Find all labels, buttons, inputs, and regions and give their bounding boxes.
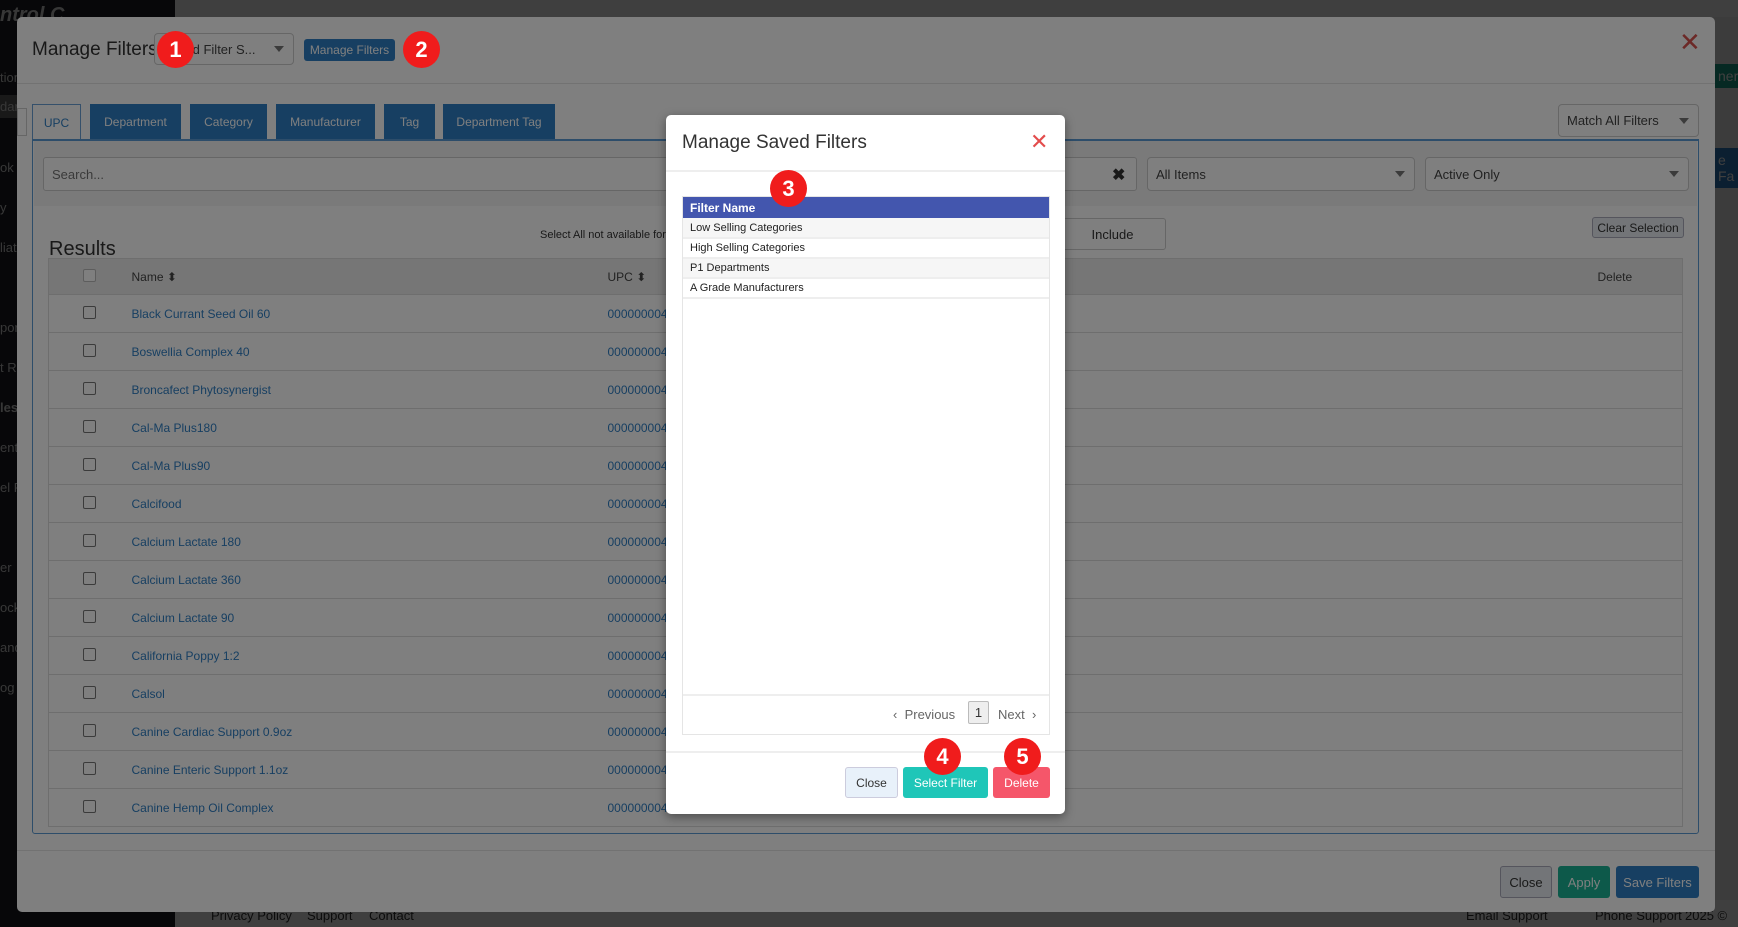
modal-title: Manage Saved Filters bbox=[682, 132, 867, 153]
chevron-left-icon: ‹ bbox=[893, 707, 898, 722]
saved-filter-row[interactable]: P1 Departments bbox=[683, 258, 1049, 279]
next-label: Next bbox=[998, 707, 1025, 722]
saved-filter-name[interactable]: P1 Departments bbox=[683, 258, 1049, 279]
annotation-badge-5: 5 bbox=[1004, 738, 1041, 775]
next-page-button[interactable]: Next › bbox=[998, 707, 1036, 722]
saved-filter-name[interactable]: High Selling Categories bbox=[683, 238, 1049, 259]
annotation-badge-3: 3 bbox=[770, 170, 807, 207]
saved-filter-row[interactable]: High Selling Categories bbox=[683, 238, 1049, 259]
annotation-badge-1: 1 bbox=[157, 31, 194, 68]
chevron-right-icon: › bbox=[1031, 707, 1037, 722]
saved-filter-name[interactable]: A Grade Manufacturers bbox=[683, 278, 1049, 299]
filter-name-header: Filter Name bbox=[683, 197, 1049, 218]
manage-saved-filters-modal: Manage Saved Filters ✕ Filter Name Low S… bbox=[666, 115, 1065, 814]
saved-filters-table: Filter Name Low Selling Categories High S… bbox=[683, 197, 1049, 299]
close-button[interactable]: Close bbox=[845, 767, 898, 798]
annotation-badge-2: 2 bbox=[403, 31, 440, 68]
annotation-badge-4: 4 bbox=[924, 738, 961, 775]
saved-filter-row[interactable]: Low Selling Categories bbox=[683, 218, 1049, 239]
divider bbox=[666, 170, 1065, 172]
page-1-button[interactable]: 1 bbox=[968, 701, 989, 724]
close-icon[interactable]: ✕ bbox=[1030, 131, 1048, 153]
previous-page-button[interactable]: ‹ Previous bbox=[893, 707, 955, 722]
saved-filters-list: Filter Name Low Selling Categories High S… bbox=[682, 196, 1050, 735]
saved-filter-row[interactable]: A Grade Manufacturers bbox=[683, 278, 1049, 299]
saved-filter-name[interactable]: Low Selling Categories bbox=[683, 218, 1049, 239]
pagination: ‹ Previous 1 Next › bbox=[683, 694, 1049, 734]
previous-label: Previous bbox=[904, 707, 956, 722]
